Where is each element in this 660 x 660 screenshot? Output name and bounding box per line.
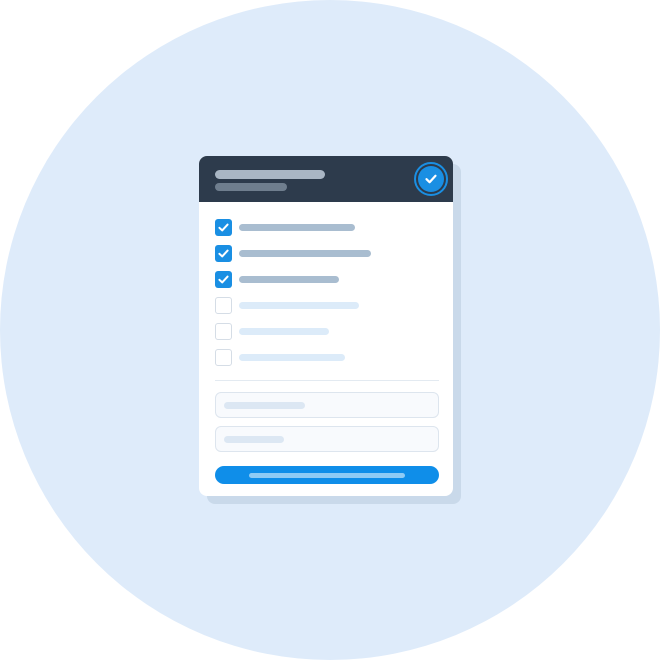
checklist-card — [199, 156, 453, 496]
card-header — [199, 156, 453, 202]
checklist-item-label-placeholder — [239, 250, 371, 257]
checkbox-checked[interactable] — [215, 219, 232, 236]
checklist-item-label-placeholder — [239, 354, 345, 361]
illustration-stage — [0, 0, 660, 660]
field-placeholder — [224, 402, 305, 409]
checkbox-unchecked[interactable] — [215, 349, 232, 366]
checklist-item-label-placeholder — [239, 328, 329, 335]
button-label-placeholder — [249, 472, 405, 478]
checklist-item[interactable] — [215, 219, 437, 237]
checkmark-icon — [218, 275, 229, 284]
checkbox-checked[interactable] — [215, 271, 232, 288]
checklist-item-label-placeholder — [239, 302, 359, 309]
checklist-item[interactable] — [215, 271, 437, 289]
checklist-item[interactable] — [215, 245, 437, 263]
checklist-item-label-placeholder — [239, 224, 355, 231]
field-placeholder — [224, 436, 284, 443]
check-circle-icon — [418, 166, 444, 192]
card-subtitle-placeholder — [215, 183, 287, 191]
checklist-item[interactable] — [215, 297, 437, 315]
text-field-1[interactable] — [215, 392, 439, 418]
checklist-item-label-placeholder — [239, 276, 339, 283]
checkbox-checked[interactable] — [215, 245, 232, 262]
checkbox-unchecked[interactable] — [215, 297, 232, 314]
checklist-item[interactable] — [215, 323, 437, 341]
card-title-placeholder — [215, 170, 325, 179]
checklist-item[interactable] — [215, 349, 437, 367]
checkbox-unchecked[interactable] — [215, 323, 232, 340]
checkmark-icon — [218, 249, 229, 258]
divider — [215, 380, 439, 381]
status-badge — [414, 162, 448, 196]
checkmark-icon — [218, 223, 229, 232]
submit-button[interactable] — [215, 466, 439, 484]
text-field-2[interactable] — [215, 426, 439, 452]
